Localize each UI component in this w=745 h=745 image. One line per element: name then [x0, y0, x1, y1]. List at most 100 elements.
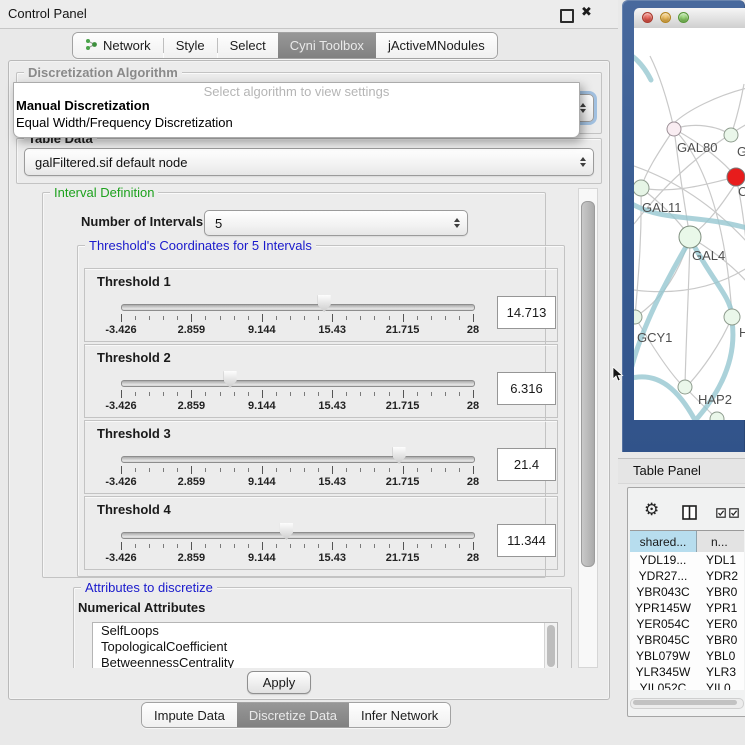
- close-traffic-light-icon[interactable]: [642, 12, 653, 23]
- close-icon[interactable]: ✖: [581, 5, 592, 20]
- threshold-value-field[interactable]: 6.316: [497, 372, 556, 405]
- tick-mark: [304, 316, 305, 320]
- cell-name: YER0: [696, 616, 744, 632]
- gear-icon[interactable]: ⚙: [644, 502, 659, 519]
- table-header-row: shared... n...: [630, 530, 744, 554]
- float-window-icon[interactable]: [560, 9, 574, 23]
- list-item-topologicalcoefficient[interactable]: TopologicalCoefficient: [93, 639, 557, 655]
- checkbox-icon[interactable]: [729, 508, 739, 518]
- group-title: Interval Definition: [50, 186, 158, 200]
- scrollbar-thumb[interactable]: [581, 201, 595, 567]
- threshold-label: Threshold 2: [97, 350, 171, 365]
- column-header-shared-name[interactable]: shared...: [630, 531, 697, 553]
- table-row[interactable]: YIL052CYIL0: [630, 680, 744, 690]
- tick-mark: [403, 542, 404, 550]
- list-item-selfloops[interactable]: SelfLoops: [93, 623, 557, 639]
- table-row[interactable]: YER054CYER0: [630, 616, 744, 632]
- tab-jactivemnodules[interactable]: jActiveMNodules: [376, 33, 497, 58]
- number-of-intervals-combobox[interactable]: 5: [204, 210, 468, 236]
- settings-scroll-area: Interval Definition Number of Intervals …: [16, 186, 598, 668]
- cell-shared-name: YBL079W: [630, 648, 696, 664]
- numerical-attributes-list[interactable]: SelfLoopsTopologicalCoefficientBetweenne…: [92, 622, 558, 668]
- table-row[interactable]: YLR345WYLR3: [630, 664, 744, 680]
- scrollbar-thumb[interactable]: [633, 700, 737, 705]
- minimize-traffic-light-icon[interactable]: [660, 12, 671, 23]
- apply-button[interactable]: Apply: [247, 671, 311, 694]
- tick-mark: [234, 468, 235, 472]
- scrollbar-thumb[interactable]: [547, 625, 555, 667]
- dropdown-item-equal-width-frequency-discretization[interactable]: Equal Width/Frequency Discretization: [16, 115, 233, 130]
- vertical-scrollbar[interactable]: [578, 188, 598, 668]
- table-row[interactable]: YDR27...YDR2: [630, 568, 744, 584]
- tick-mark: [346, 316, 347, 320]
- tick-label: 21.715: [386, 552, 420, 564]
- numerical-attributes-label: Numerical Attributes: [78, 600, 205, 615]
- table-data-combobox[interactable]: galFiltered.sif default node: [24, 148, 594, 176]
- zoom-traffic-light-icon[interactable]: [678, 12, 689, 23]
- threshold-value-field[interactable]: 21.4: [497, 448, 556, 481]
- tick-mark: [445, 316, 446, 320]
- column-layout-icon[interactable]: [682, 505, 697, 520]
- horizontal-scrollbar[interactable]: [630, 698, 744, 709]
- tick-mark: [262, 542, 263, 550]
- slider-track[interactable]: [121, 532, 475, 539]
- cell-shared-name: YIL052C: [630, 680, 696, 690]
- tab-cyni-toolbox[interactable]: Cyni Toolbox: [278, 33, 376, 58]
- table-row[interactable]: YBR045CYBR0: [630, 632, 744, 648]
- network-node[interactable]: [724, 128, 738, 142]
- slider-track[interactable]: [121, 456, 475, 463]
- tick-mark: [276, 468, 277, 472]
- tick-mark: [318, 468, 319, 472]
- network-icon: [85, 38, 98, 54]
- slider-ticks: [121, 390, 473, 399]
- threshold-value-field[interactable]: 11.344: [497, 524, 556, 557]
- tick-mark: [346, 544, 347, 548]
- tab-style[interactable]: Style: [164, 33, 217, 58]
- tick-mark: [248, 468, 249, 472]
- network-graph[interactable]: GAL80GACGAL11GAL4GCY1HHAP2: [634, 28, 745, 420]
- network-node[interactable]: [667, 122, 681, 136]
- tick-label: 15.43: [318, 476, 346, 488]
- network-node[interactable]: [724, 309, 740, 325]
- network-node[interactable]: [634, 310, 642, 324]
- cell-name: YDL1: [696, 552, 744, 568]
- list-scrollbar[interactable]: [544, 623, 557, 668]
- network-canvas[interactable]: GAL80GACGAL11GAL4GCY1HHAP2: [634, 28, 745, 420]
- tick-label: -3.426: [105, 476, 136, 488]
- slider-track[interactable]: [121, 304, 475, 311]
- table-body[interactable]: YDL19...YDL1YDR27...YDR2YBR043CYBR0YPR14…: [630, 552, 744, 690]
- network-node[interactable]: [710, 412, 724, 420]
- slider-track[interactable]: [121, 380, 475, 387]
- tab-network[interactable]: Network: [73, 33, 163, 58]
- slider-ticks: [121, 314, 473, 323]
- tick-mark: [262, 390, 263, 398]
- tick-mark: [205, 392, 206, 396]
- tick-mark: [276, 316, 277, 320]
- threshold-box-2: Threshold 2-3.4262.8599.14415.4321.71528…: [84, 344, 558, 418]
- network-node[interactable]: [678, 380, 692, 394]
- tab-impute-data[interactable]: Impute Data: [142, 703, 237, 727]
- table-row[interactable]: YBL079WYBL0: [630, 648, 744, 664]
- checkbox-icon[interactable]: [716, 508, 726, 518]
- dropdown-item-manual-discretization[interactable]: Manual Discretization: [16, 98, 150, 113]
- tick-mark: [332, 390, 333, 398]
- tab-select[interactable]: Select: [218, 33, 278, 58]
- tab-label: Style: [176, 38, 205, 53]
- tick-mark: [318, 392, 319, 396]
- network-node[interactable]: [634, 180, 649, 196]
- list-item-betweennesscentrality[interactable]: BetweennessCentrality: [93, 655, 557, 668]
- node-label: H: [739, 325, 745, 340]
- table-row[interactable]: YPR145WYPR1: [630, 600, 744, 616]
- tab-infer-network[interactable]: Infer Network: [349, 703, 450, 727]
- threshold-value-field[interactable]: 14.713: [497, 296, 556, 329]
- tick-mark: [374, 468, 375, 472]
- tick-mark: [191, 390, 192, 398]
- tick-mark: [389, 468, 390, 472]
- table-row[interactable]: YDL19...YDL1: [630, 552, 744, 568]
- tick-mark: [332, 466, 333, 474]
- column-header-name[interactable]: n...: [697, 531, 744, 553]
- node-label: GAL80: [677, 140, 717, 155]
- network-node[interactable]: [679, 226, 701, 248]
- tab-discretize-data[interactable]: Discretize Data: [237, 703, 349, 727]
- table-row[interactable]: YBR043CYBR0: [630, 584, 744, 600]
